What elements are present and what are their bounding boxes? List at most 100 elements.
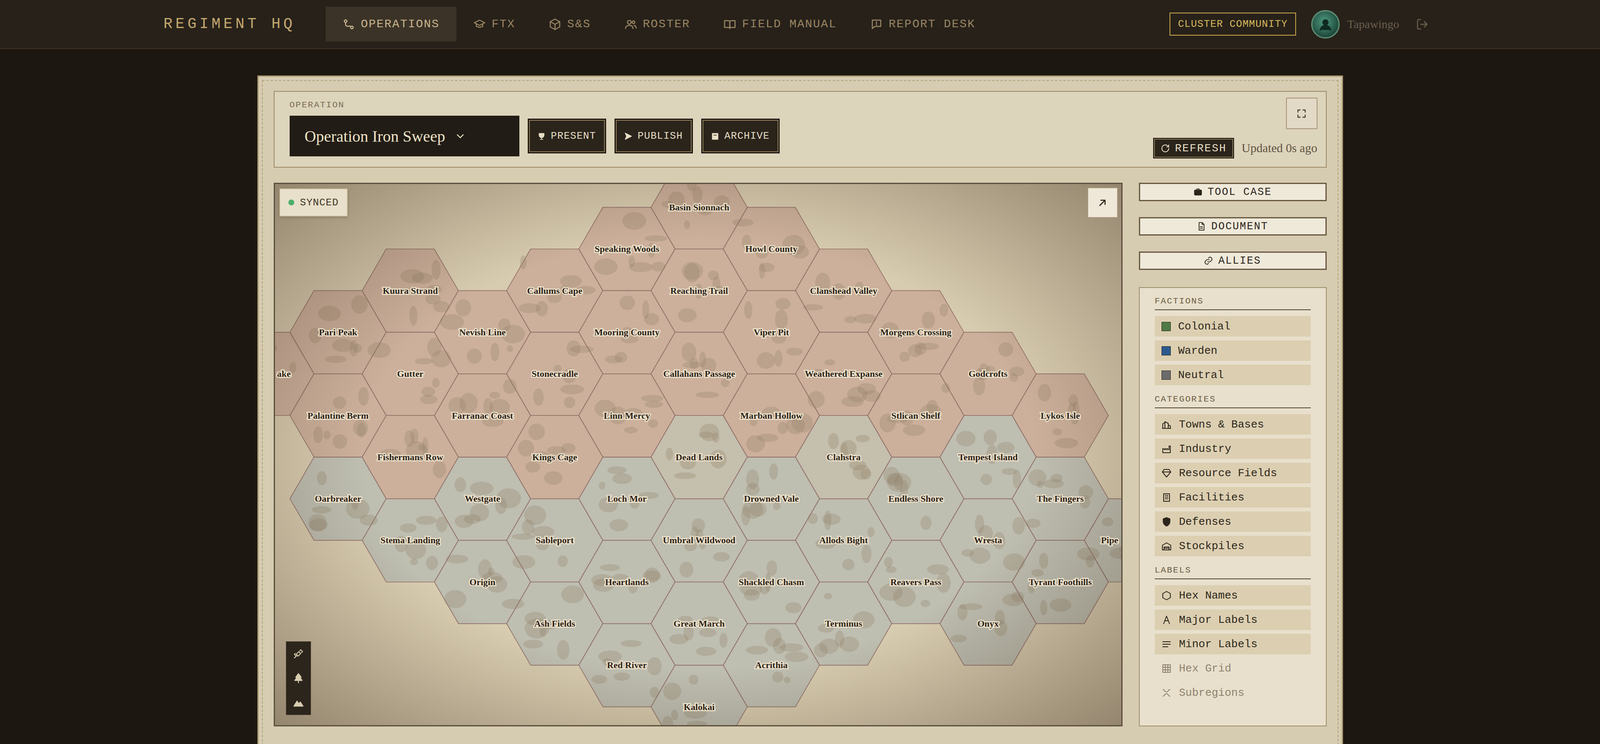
link-icon <box>1203 256 1214 266</box>
action-button[interactable]: PRESENT <box>527 118 607 154</box>
user-avatar[interactable] <box>1311 10 1340 39</box>
map-layer-button[interactable] <box>286 690 311 715</box>
hex-name: Stema Landing <box>380 535 441 546</box>
legend-item[interactable]: Minor Labels <box>1154 633 1311 655</box>
refresh-button[interactable]: REFRESH <box>1153 137 1235 159</box>
hex-name: Clahstra <box>826 452 861 463</box>
hex-name: Reavers Pass <box>889 577 942 588</box>
lines-icon <box>1161 639 1172 650</box>
legend-label: Major Labels <box>1179 613 1258 627</box>
user-name[interactable]: Tapawingo <box>1347 17 1400 32</box>
terrain-layer <box>274 184 1122 726</box>
hex-name: Weathered Expanse <box>804 368 883 379</box>
hex-name: Callums Cape <box>526 285 583 296</box>
tool-button[interactable]: DOCUMENT <box>1138 217 1327 236</box>
nav-tab-label: OPERATIONS <box>360 17 440 31</box>
facility-icon <box>1161 492 1172 503</box>
sync-dot <box>288 199 295 206</box>
logout-button[interactable] <box>1415 18 1429 31</box>
legend-item[interactable]: Stockpiles <box>1154 535 1311 557</box>
legend-heading: FACTIONS <box>1154 296 1311 311</box>
hex-name: Oarbreaker <box>314 493 361 504</box>
hex-map[interactable]: Basin SionnachSpeaking WoodsHowl CountyK… <box>274 184 1122 726</box>
hex-name: Kalokai <box>683 702 715 713</box>
letter-a-icon <box>1161 614 1172 625</box>
label-layer: Basin SionnachSpeaking WoodsHowl CountyK… <box>276 202 1118 713</box>
operation-select[interactable]: Operation Iron Sweep <box>289 115 520 157</box>
action-button[interactable]: ARCHIVE <box>701 118 780 154</box>
faction-swatch <box>1161 346 1171 356</box>
legend-label: Defenses <box>1179 515 1232 529</box>
legend-item[interactable]: Defenses <box>1154 511 1311 532</box>
fullscreen-icon <box>1296 108 1307 120</box>
hex-name: Shackled Chasm <box>738 577 804 588</box>
action-button[interactable]: PUBLISH <box>614 118 693 154</box>
action-label: PUBLISH <box>637 130 683 142</box>
legend-item[interactable]: Hex Names <box>1154 585 1311 606</box>
hex-name: Heartlands <box>604 577 649 588</box>
legend-item[interactable]: Resource Fields <box>1154 462 1311 484</box>
legend-item[interactable]: Subregions <box>1154 682 1311 703</box>
hex-name: Terminus <box>824 618 863 629</box>
expand-button[interactable] <box>1087 187 1118 218</box>
operation-panel: OPERATIONOperation Iron SweepPRESENTPUBL… <box>257 75 1344 744</box>
people-icon <box>624 18 638 31</box>
legend-item[interactable]: Colonial <box>1154 316 1311 337</box>
map-background <box>274 184 1122 726</box>
nav-tab[interactable]: ROSTER <box>607 6 708 42</box>
tool-button[interactable]: TOOL CASE <box>1138 182 1327 202</box>
nav-tab[interactable]: FIELD MANUAL <box>706 6 854 42</box>
subregion-icon <box>1161 687 1172 698</box>
refresh-label: REFRESH <box>1174 142 1227 155</box>
nav-tab[interactable]: OPERATIONS <box>325 6 457 42</box>
hex-name: Loch Mor <box>606 493 647 504</box>
hex-name: Palantine Berm <box>307 410 369 421</box>
map-layer-button[interactable] <box>286 666 311 691</box>
nav-tab[interactable]: S&S <box>531 6 608 42</box>
hex-name: The Fingers <box>1036 493 1084 504</box>
trophy-icon <box>537 132 546 141</box>
nav-tab[interactable]: FTX <box>456 6 532 42</box>
map-layer-button[interactable] <box>286 641 311 667</box>
nav-tab[interactable]: REPORT DESK <box>853 6 993 42</box>
legend-item[interactable]: Major Labels <box>1154 609 1311 631</box>
hex-name: Westgate <box>464 493 501 504</box>
logo[interactable]: REGIMENT HQ <box>163 15 296 33</box>
legend-item[interactable]: Towns & Bases <box>1154 414 1311 435</box>
legend-label: Hex Names <box>1179 589 1238 602</box>
faction-swatch <box>1161 321 1171 332</box>
tool-button[interactable]: ALLIES <box>1138 251 1327 270</box>
top-nav: REGIMENT HQ OPERATIONS FTX S&SROSTERFIELD M… <box>0 0 1600 50</box>
hex-name: Gutter <box>396 368 424 379</box>
legend-item[interactable]: Hex Grid <box>1154 658 1311 679</box>
nav-tab-label: FTX <box>491 17 516 31</box>
action-label: PRESENT <box>550 130 597 142</box>
logout-icon <box>1415 18 1429 31</box>
hex-name: Reaching Trail <box>669 285 728 296</box>
legend-label: Stockpiles <box>1179 539 1245 553</box>
legend-heading: LABELS <box>1154 565 1311 580</box>
legend-item[interactable]: Warden <box>1154 340 1311 361</box>
operation-row: Operation Iron Sweep PRESENT PUBLISH ARCHIV… <box>289 115 780 157</box>
hex-name: Kuura Strand <box>382 285 438 296</box>
legend-item[interactable]: Neutral <box>1154 364 1311 386</box>
hex-name: Wresta <box>973 535 1002 546</box>
nav-tabs: OPERATIONS FTX S&SROSTERFIELD MANUALREPORT… <box>325 6 993 42</box>
graduation-cap-icon <box>473 18 486 31</box>
fullscreen-button[interactable] <box>1286 97 1318 130</box>
community-button[interactable]: CLUSTER COMMUNITY <box>1169 12 1297 36</box>
hex-name: Godcrofts <box>968 368 1008 379</box>
legend-label: Neutral <box>1178 368 1224 382</box>
legend-item[interactable]: Industry <box>1154 438 1311 459</box>
document-icon <box>1196 221 1206 231</box>
shield-icon <box>1161 516 1172 527</box>
hex-name: Sableport <box>535 535 574 546</box>
hex-name: Fishermans Row <box>377 452 444 463</box>
hex-name: Endless Shore <box>888 493 944 504</box>
legend-item[interactable]: Facilities <box>1154 487 1311 508</box>
briefcase-icon <box>1193 187 1203 197</box>
hex-name: Callahans Passage <box>663 368 736 379</box>
refresh-icon <box>1160 143 1170 153</box>
map-view[interactable]: Basin SionnachSpeaking WoodsHowl CountyK… <box>273 182 1123 727</box>
gem-icon <box>1161 468 1172 479</box>
